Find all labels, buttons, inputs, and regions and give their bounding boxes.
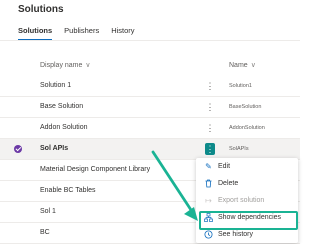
annotation-arrow-overlay (151, 150, 198, 221)
arrow-head (184, 207, 198, 221)
arrow-shaft (151, 150, 195, 215)
